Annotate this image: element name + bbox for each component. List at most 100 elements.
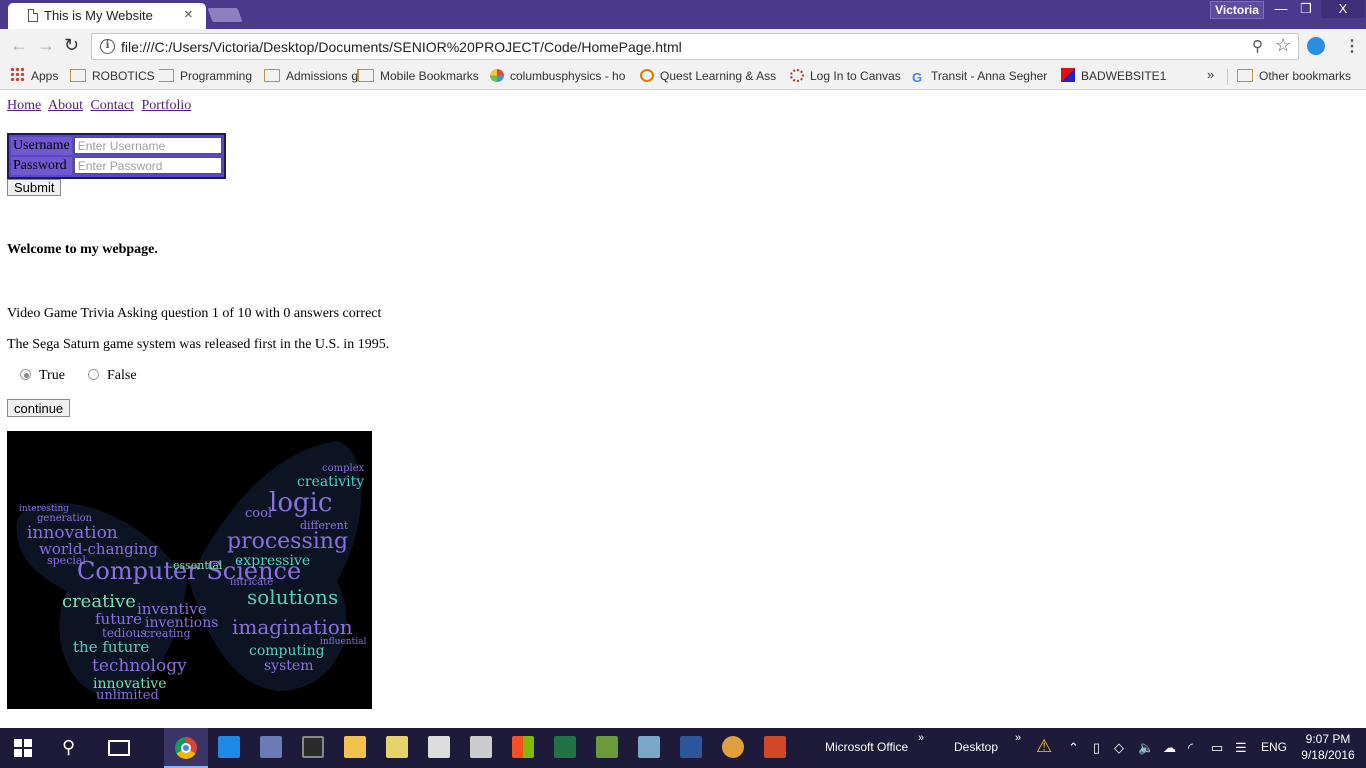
radio-false[interactable] xyxy=(88,369,99,380)
desktop-toolbar[interactable]: Desktop xyxy=(954,740,998,754)
wordcloud-word: different xyxy=(300,519,349,532)
address-bar[interactable]: i file:///C:/Users/Victoria/Desktop/Docu… xyxy=(91,33,1299,60)
nav-link-home[interactable]: Home xyxy=(7,98,41,113)
nav-link-about[interactable]: About xyxy=(48,98,83,113)
battery-icon[interactable]: ▯ xyxy=(1093,740,1100,756)
browser-toolbar: ← → ↻ i file:///C:/Users/Victoria/Deskto… xyxy=(0,29,1366,63)
wordcloud-word: essential xyxy=(173,559,223,572)
bookmark-columbusphysics[interactable]: columbusphysics - ho xyxy=(490,67,625,85)
excel-icon[interactable] xyxy=(554,736,576,758)
folder-icon xyxy=(264,69,280,82)
forward-arrow-icon[interactable]: → xyxy=(37,35,55,56)
store-icon[interactable] xyxy=(512,736,534,758)
bookmark-quest-learning[interactable]: Quest Learning & Ass xyxy=(640,67,776,85)
wordcloud-word: processing xyxy=(227,529,348,554)
bookmark-robotics-label[interactable]: ROBOTICS xyxy=(70,67,159,85)
username-input[interactable] xyxy=(73,137,222,155)
wordcloud-word: expressive xyxy=(235,553,310,569)
notes-icon[interactable] xyxy=(638,736,660,758)
wordcloud-word: influential xyxy=(320,637,366,647)
nav-link-contact[interactable]: Contact xyxy=(90,98,134,113)
sticky-notes-icon[interactable] xyxy=(386,736,408,758)
wordcloud-word: creativity xyxy=(297,474,364,490)
quest-icon xyxy=(640,69,654,82)
chevron-icon[interactable]: » xyxy=(918,732,924,744)
answer-option-true[interactable]: True xyxy=(20,368,65,384)
books-icon[interactable] xyxy=(260,736,282,758)
tab-active[interactable]: This is My Website × xyxy=(8,3,206,29)
wordcloud-word: interesting xyxy=(19,504,69,514)
menu-icon[interactable]: ⋮ xyxy=(1344,36,1360,56)
task-view-icon[interactable] xyxy=(108,740,130,756)
paint-icon[interactable] xyxy=(722,736,744,758)
password-input[interactable] xyxy=(73,157,222,175)
windows-start-icon[interactable] xyxy=(14,739,32,757)
wordcloud-word: system xyxy=(264,658,313,674)
chrome-taskbar-button[interactable] xyxy=(164,728,208,768)
publisher-icon[interactable] xyxy=(596,736,618,758)
more-bookmarks-chevron-icon[interactable]: » xyxy=(1207,67,1214,82)
wordcloud-word: solutions xyxy=(247,585,338,609)
zoom-icon[interactable]: ⚲ xyxy=(1252,37,1263,55)
bookmark-mobile-bookmarks[interactable]: Mobile Bookmarks xyxy=(358,67,483,85)
bookmark-canvas[interactable]: Log In to Canvas xyxy=(790,67,901,85)
show-hidden-icons-icon[interactable]: ⌃ xyxy=(1068,740,1079,756)
answer-option-false[interactable]: False xyxy=(88,368,137,384)
computer-science-wordcloud-image: Computer Science logic processing imaginati… xyxy=(7,431,372,709)
back-arrow-icon[interactable]: ← xyxy=(10,35,28,56)
info-icon[interactable]: i xyxy=(100,39,115,54)
nav-link-portfolio[interactable]: Portfolio xyxy=(142,98,192,113)
powerpoint-icon[interactable] xyxy=(764,736,786,758)
bookmark-badwebsite[interactable]: BADWEBSITE1 xyxy=(1061,67,1166,85)
onedrive-icon[interactable]: ☁ xyxy=(1163,740,1176,756)
close-window-button[interactable]: X xyxy=(1321,0,1365,18)
volume-muted-icon[interactable]: 🔈 xyxy=(1138,740,1154,756)
wordcloud-word: the future xyxy=(73,638,149,656)
calculator-icon[interactable] xyxy=(470,736,492,758)
action-center-icon[interactable]: ☰ xyxy=(1235,740,1247,756)
wifi-icon[interactable]: ◜ xyxy=(1188,740,1193,756)
tab-close-icon[interactable]: × xyxy=(184,6,193,23)
chevron-icon[interactable]: » xyxy=(1015,732,1021,744)
site-nav: Home About Contact Portfolio xyxy=(7,98,195,114)
reload-icon[interactable]: ↻ xyxy=(64,35,79,56)
bookmark-admissions-label[interactable]: Admissions xyxy=(264,67,352,85)
display-icon[interactable]: ▭ xyxy=(1211,740,1223,756)
restore-button[interactable]: ❐ xyxy=(1294,0,1318,18)
bookmark-star-icon[interactable]: ☆ xyxy=(1275,35,1291,56)
chrome-icon xyxy=(175,737,197,759)
search-icon[interactable]: ⚲ xyxy=(62,737,75,758)
dropbox-icon[interactable]: ◇ xyxy=(1114,740,1124,756)
pdf-app-icon[interactable] xyxy=(218,736,240,758)
wordcloud-word: imagination xyxy=(232,615,353,639)
continue-button[interactable]: continue xyxy=(7,399,71,417)
folder-icon xyxy=(158,69,174,82)
wordcloud-word: technology xyxy=(92,656,187,676)
profile-button[interactable]: Victoria xyxy=(1210,1,1264,19)
page-icon xyxy=(28,9,38,22)
apps-grid-icon xyxy=(10,67,25,82)
language-indicator[interactable]: ENG xyxy=(1261,740,1287,754)
wordcloud-word: computing xyxy=(249,643,325,659)
bookmark-programming-label[interactable]: Programming xyxy=(158,67,257,85)
calendar-icon[interactable] xyxy=(428,736,450,758)
folder-icon xyxy=(358,69,374,82)
microsoft-office-toolbar[interactable]: Microsoft Office xyxy=(825,740,908,754)
other-bookmarks[interactable]: Other bookmarks xyxy=(1237,67,1351,85)
url-text[interactable]: file:///C:/Users/Victoria/Desktop/Docume… xyxy=(121,39,682,55)
bookmarks-divider xyxy=(1227,69,1228,85)
submit-button[interactable]: Submit xyxy=(7,179,62,196)
minimize-button[interactable]: — xyxy=(1270,0,1292,18)
extension-icon[interactable] xyxy=(1307,37,1325,55)
bookmark-apps[interactable]: Apps xyxy=(10,67,58,85)
browser-title-bar: This is My Website × Victoria — ❐ X xyxy=(0,0,1366,29)
video-editor-icon[interactable] xyxy=(302,736,324,758)
clock[interactable]: 9:07 PM 9/18/2016 xyxy=(1296,731,1360,763)
radio-true[interactable] xyxy=(20,369,31,380)
notification-warning-icon[interactable]: ⚠ xyxy=(1036,736,1052,757)
file-explorer-icon[interactable] xyxy=(344,736,366,758)
word-icon[interactable] xyxy=(680,736,702,758)
clock-time: 9:07 PM xyxy=(1305,732,1351,746)
bookmark-transit[interactable]: G Transit - Anna Segher xyxy=(912,67,1047,85)
new-tab-button[interactable] xyxy=(207,8,243,22)
